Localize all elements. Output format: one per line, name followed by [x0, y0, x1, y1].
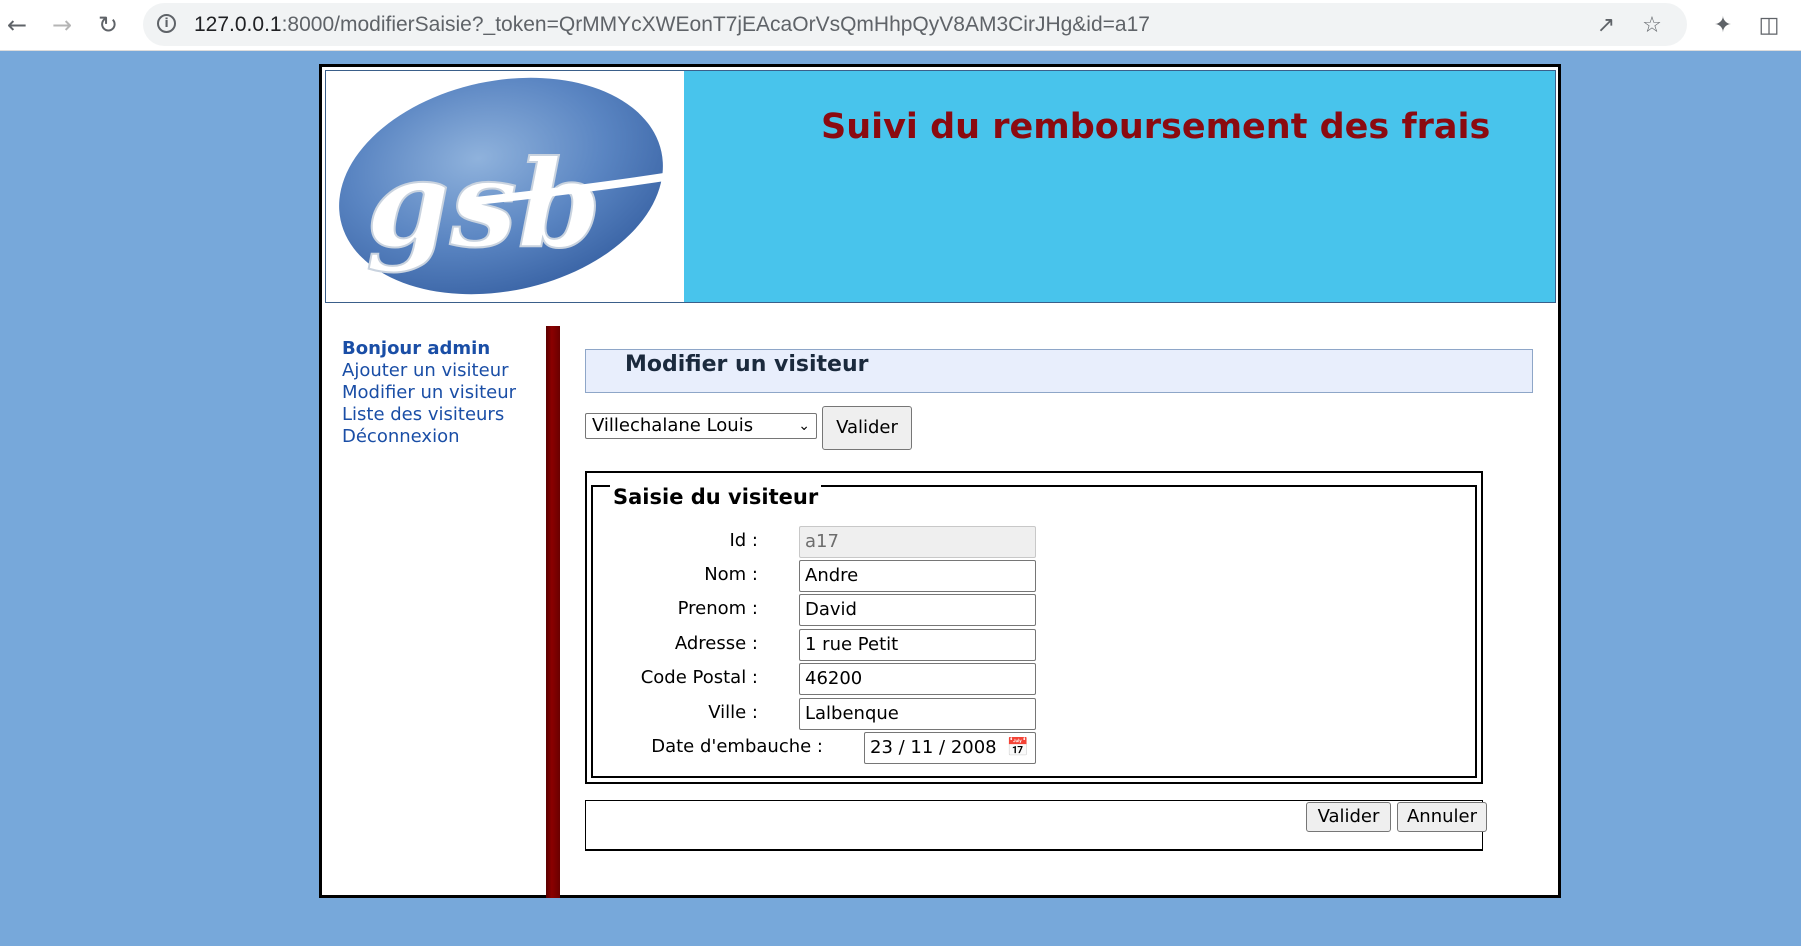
greeting: Bonjour admin	[342, 338, 491, 359]
sidebar-divider	[546, 326, 560, 898]
svg-text:gsb: gsb	[366, 134, 601, 275]
id-label: Id :	[729, 530, 758, 551]
back-arrow-icon[interactable]: ←	[0, 8, 34, 42]
prenom-label: Prenom :	[677, 598, 758, 619]
code-postal-field[interactable]: 46200	[799, 663, 1036, 695]
select-visitor-button[interactable]: Valider	[822, 406, 912, 450]
chevron-down-icon: ⌄	[798, 418, 810, 434]
star-icon[interactable]: ☆	[1639, 12, 1665, 38]
code-postal-label: Code Postal :	[640, 667, 758, 688]
sidebar-item-liste[interactable]: Liste des visiteurs	[342, 404, 516, 426]
url-text[interactable]: 127.0.0.1:8000/modifierSaisie?_token=QrM…	[194, 13, 1150, 37]
nom-label: Nom :	[704, 564, 758, 585]
sidebar-item-modifier[interactable]: Modifier un visiteur	[342, 382, 516, 404]
visitor-select-value: Villechalane Louis	[592, 415, 754, 436]
site-title: Suivi du remboursement des frais	[821, 107, 1491, 147]
page-frame: gsb Suivi du remboursement des frais Bon…	[319, 64, 1561, 898]
url-path: :8000/modifierSaisie?_token=QrMMYcXWEonT…	[281, 13, 1150, 36]
visitor-select[interactable]: Villechalane Louis ⌄	[585, 413, 817, 439]
calendar-icon[interactable]: 📅	[1007, 733, 1029, 763]
info-icon[interactable]: i	[157, 14, 176, 33]
ville-field[interactable]: Lalbenque	[799, 698, 1036, 730]
site-header: gsb Suivi du remboursement des frais	[325, 70, 1556, 303]
page-title-box: Modifier un visiteur	[585, 349, 1533, 393]
date-embauche-field[interactable]: 23 / 11 / 2008 📅	[864, 732, 1036, 764]
form-legend: Saisie du visiteur	[610, 485, 822, 509]
nom-field[interactable]: Andre	[799, 560, 1036, 592]
share-icon[interactable]: ↗	[1593, 12, 1619, 38]
side-panel-icon[interactable]: ◫	[1752, 8, 1786, 42]
valider-button[interactable]: Valider	[1306, 802, 1391, 832]
sidebar-item-ajouter[interactable]: Ajouter un visiteur	[342, 360, 516, 382]
id-field: a17	[799, 526, 1036, 558]
reload-icon[interactable]: ↻	[91, 8, 125, 42]
sidebar-item-deconnexion[interactable]: Déconnexion	[342, 426, 516, 448]
annuler-button[interactable]: Annuler	[1397, 802, 1487, 832]
extensions-icon[interactable]: ✦	[1706, 8, 1740, 42]
forward-arrow-icon[interactable]: →	[45, 8, 79, 42]
address-bar[interactable]: i 127.0.0.1:8000/modifierSaisie?_token=Q…	[143, 3, 1687, 46]
url-host: 127.0.0.1	[194, 13, 282, 36]
date-embauche-label: Date d'embauche :	[651, 736, 823, 757]
date-embauche-value: 23 / 11 / 2008	[870, 737, 997, 758]
adresse-label: Adresse :	[674, 633, 758, 654]
prenom-field[interactable]: David	[799, 594, 1036, 626]
adresse-field[interactable]: 1 rue Petit	[799, 629, 1036, 661]
browser-toolbar: ← → ↻ i 127.0.0.1:8000/modifierSaisie?_t…	[0, 0, 1801, 51]
sidebar-menu: Bonjour admin Ajouter un visiteur Modifi…	[342, 338, 516, 448]
ville-label: Ville :	[708, 702, 758, 723]
gsb-logo: gsb	[326, 71, 684, 302]
page-title: Modifier un visiteur	[625, 352, 869, 377]
